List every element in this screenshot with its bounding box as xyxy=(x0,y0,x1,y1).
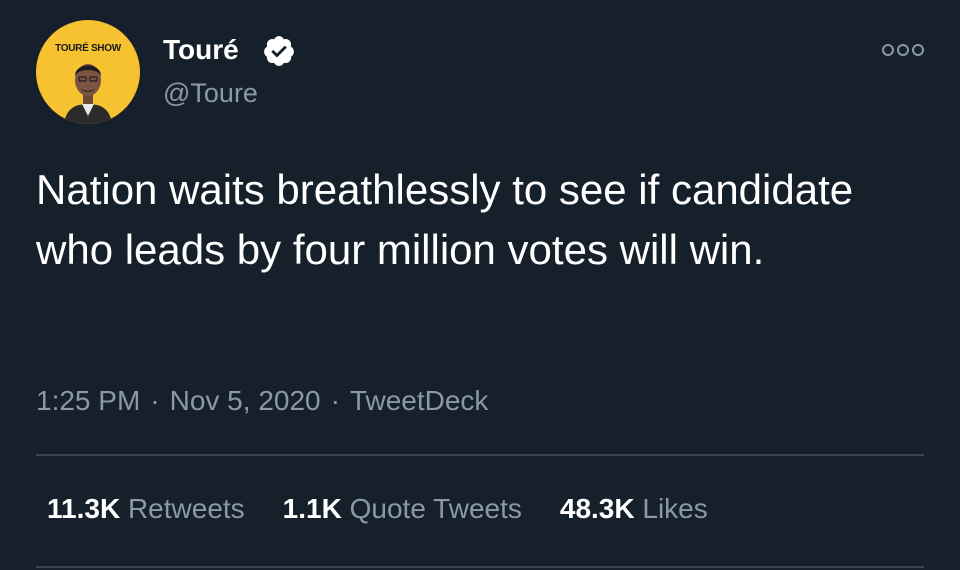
retweets-count: 11.3K xyxy=(47,493,121,524)
avatar-portrait xyxy=(64,64,112,124)
engagement-stats: 11.3K Retweets 1.1K Quote Tweets 48.3K Lik… xyxy=(47,491,746,527)
meta-separator: · xyxy=(150,385,160,416)
divider xyxy=(36,454,924,456)
verified-badge-icon xyxy=(264,36,294,66)
divider xyxy=(36,566,924,568)
tweet-source[interactable]: TweetDeck xyxy=(350,385,489,416)
avatar[interactable]: TOURÉ SHOW xyxy=(36,20,140,124)
more-options-icon[interactable] xyxy=(880,40,926,60)
user-handle[interactable]: @Toure xyxy=(163,77,258,109)
retweets-label: Retweets xyxy=(127,493,245,524)
likes-label: Likes xyxy=(642,493,708,524)
quote-tweets-count: 1.1K xyxy=(282,493,342,524)
likes-stat[interactable]: 48.3K Likes xyxy=(560,491,708,527)
retweets-stat[interactable]: 11.3K Retweets xyxy=(47,491,245,527)
quote-tweets-label: Quote Tweets xyxy=(349,493,522,524)
tweet-meta: 1:25 PM · Nov 5, 2020 · TweetDeck xyxy=(36,383,488,419)
tweet-text: Nation waits breathlessly to see if cand… xyxy=(36,166,854,273)
tweet-time[interactable]: 1:25 PM xyxy=(36,385,140,416)
display-name[interactable]: Touré xyxy=(163,33,239,67)
tweet-date[interactable]: Nov 5, 2020 xyxy=(170,385,321,416)
meta-separator: · xyxy=(330,385,340,416)
quote-tweets-stat[interactable]: 1.1K Quote Tweets xyxy=(283,491,522,527)
likes-count: 48.3K xyxy=(559,493,635,524)
